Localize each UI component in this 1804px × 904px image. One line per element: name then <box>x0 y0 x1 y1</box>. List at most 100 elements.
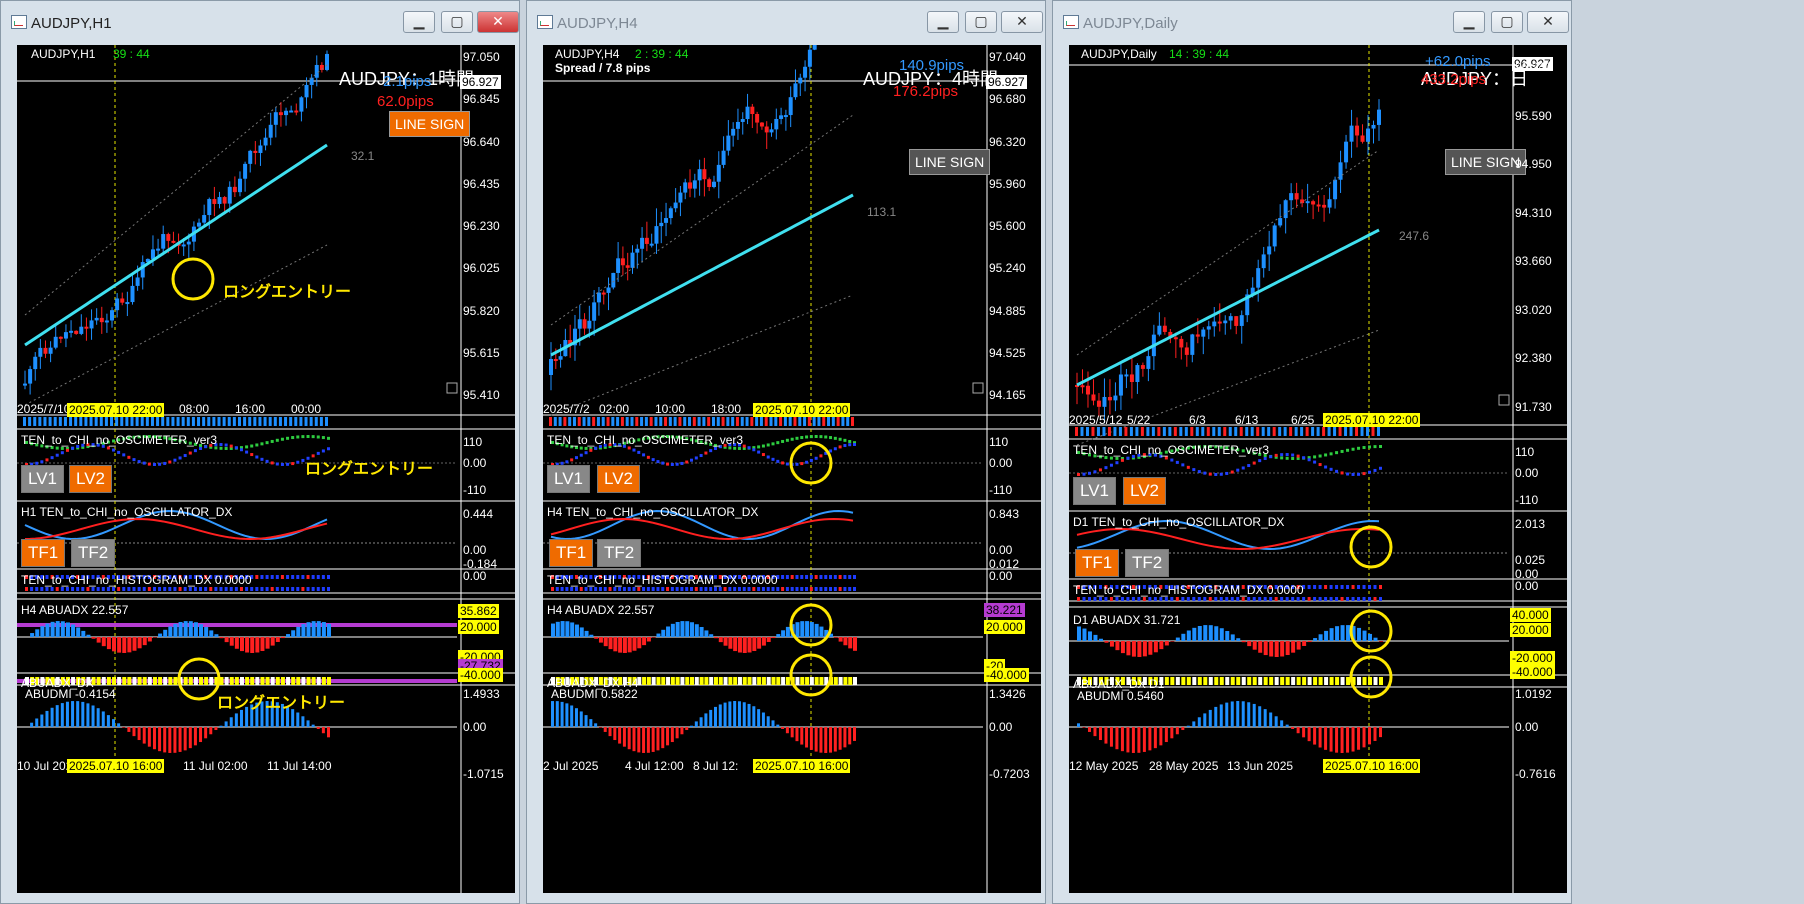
chart-area[interactable]: AUDJPY,H4 2 : 39 : 44 Spread / 7.8 pips … <box>543 45 1041 893</box>
oscillator-dx-title: H1 TEN_to_CHI_no_OSCILLATOR_DX <box>21 505 233 519</box>
close-icon[interactable]: ✕ <box>1001 11 1043 33</box>
window-title: AUDJPY,H4 <box>557 15 638 32</box>
abudmi-title: ABUDMI 0.5460 <box>1077 689 1164 703</box>
minimize-icon[interactable]: ▁ <box>1453 11 1485 33</box>
ma-value: 113.1 <box>867 205 897 219</box>
x-label: 18:00 <box>711 402 742 416</box>
indicator-scale-label: -1.0715 <box>463 767 504 781</box>
chart-area[interactable]: AUDJPY,Daily 14 : 39 : 44 AUDJPY：日 +62.0… <box>1069 45 1567 893</box>
lv1-button[interactable]: LV1 <box>547 465 590 493</box>
chart-window-icon <box>537 15 553 29</box>
bottom-x-label: 11 Jul 02:00 <box>183 759 248 773</box>
tf2-button[interactable]: TF2 <box>71 539 116 567</box>
pips-red: 176.2pips <box>893 83 959 100</box>
indicator-scale-label: 1.4933 <box>463 687 500 701</box>
oscillator-dx-title: H4 TEN_to_CHI_no_OSCILLATOR_DX <box>547 505 759 519</box>
oscimeter-title: TEN_to_CHI_no_OSCIMETER_ver3 <box>1073 443 1270 457</box>
bottom-date-marker: 2025.07.10 16:00 <box>67 759 165 773</box>
abuadx-title: H4 ABUADX 22.557 <box>547 603 655 617</box>
price-scale-label: 94.885 <box>989 303 1026 318</box>
price-scale-label: 91.730 <box>1515 400 1552 414</box>
ma-value: 247.6 <box>1399 229 1430 243</box>
title-bar[interactable]: AUDJPY,H4 ▁ ▢ ✕ <box>527 1 1045 45</box>
bottom-date-marker: 2025.07.10 16:00 <box>1323 759 1421 773</box>
abudmi-title: ABUDMI -0.4154 <box>25 687 116 701</box>
price-scale-label: 96.320 <box>989 134 1026 149</box>
chart-window-icon <box>1063 15 1079 29</box>
indicator-scale-label: 0.00 <box>1515 579 1539 593</box>
abuadx-level: -40.000 <box>458 668 503 682</box>
date-marker: 2025.07.10 22:00 <box>753 403 851 417</box>
line-sign-button[interactable]: LINE SIGN <box>389 111 471 137</box>
x-start-label: 2025/7/10 <box>17 402 71 416</box>
price-scale-label: 96.435 <box>463 176 500 191</box>
minimize-icon[interactable]: ▁ <box>403 11 435 33</box>
maximize-icon[interactable]: ▢ <box>1491 11 1523 33</box>
lv1-button[interactable]: LV1 <box>1073 477 1116 505</box>
lv1-button[interactable]: LV1 <box>21 465 64 493</box>
tf1-button[interactable]: TF1 <box>21 539 66 567</box>
close-icon[interactable]: ✕ <box>1527 11 1569 33</box>
chart-window-h4[interactable]: AUDJPY,H4 ▁ ▢ ✕ AUDJPY,H4 2 : 39 : 44 Sp… <box>526 0 1046 904</box>
title-bar[interactable]: AUDJPY,Daily ▁ ▢ ✕ <box>1053 1 1571 45</box>
chart-area[interactable]: AUDJPY,H1 39 : 44 AUDJPY：1時間 2.1pips 62.… <box>17 45 515 893</box>
price-scale-label: 93.020 <box>1515 302 1552 317</box>
lv2-button[interactable]: LV2 <box>69 465 112 493</box>
long-entry-annotation: ロングエントリー <box>223 282 352 301</box>
window-title: AUDJPY,Daily <box>1083 15 1178 32</box>
indicator-scale-label: -110 <box>1515 493 1539 507</box>
lv2-button[interactable]: LV2 <box>1123 477 1166 505</box>
tf2-button[interactable]: TF2 <box>597 539 642 567</box>
abuadx-title: H4 ABUADX 22.557 <box>21 603 129 617</box>
current-price: 96.927 <box>460 75 501 89</box>
tf1-button[interactable]: TF1 <box>549 539 594 567</box>
price-scale-label: 95.615 <box>463 345 500 360</box>
indicator-scale-label: -0.7616 <box>1515 767 1556 781</box>
indicator-scale-label: 0.444 <box>463 507 494 521</box>
price-scale-label: 93.660 <box>1515 254 1552 269</box>
bar-timer: 14 : 39 : 44 <box>1169 47 1230 61</box>
bottom-x-label: 13 Jun 2025 <box>1227 759 1294 773</box>
pips-red: 62.0pips <box>377 93 434 110</box>
ma-value: 32.1 <box>351 149 375 163</box>
current-price: 96.927 <box>986 75 1027 89</box>
title-bar[interactable]: AUDJPY,H1 ▁ ▢ ✕ <box>1 1 519 45</box>
bar-timer: 39 : 44 <box>113 47 150 61</box>
abuadx-level: 20.000 <box>458 620 499 634</box>
price-scale-label: 96.240 <box>1515 60 1552 74</box>
abuadx-title: D1 ABUADX 31.721 <box>1073 613 1181 627</box>
date-marker: 2025.07.10 22:00 <box>1323 413 1421 427</box>
chart-window-daily[interactable]: AUDJPY,Daily ▁ ▢ ✕ AUDJPY,Daily 14 : 39 … <box>1052 0 1572 904</box>
abuadx-level: -40.000 <box>984 668 1029 682</box>
maximize-icon[interactable]: ▢ <box>441 11 473 33</box>
close-icon[interactable]: ✕ <box>477 11 519 33</box>
oscimeter-title: TEN_to_CHI_no_OSCIMETER_ver3 <box>21 433 218 447</box>
x-label: 16:00 <box>235 402 266 416</box>
spread-label: Spread / 7.8 pips <box>555 61 651 75</box>
indicator-scale-label: 0.00 <box>1515 720 1539 734</box>
tf1-button[interactable]: TF1 <box>1075 549 1120 577</box>
abuadx-level: 40.000 <box>1510 608 1551 622</box>
indicator-scale-label: -0.7203 <box>989 767 1030 781</box>
bottom-date-marker: 2025.07.10 16:00 <box>753 759 851 773</box>
symbol-label: AUDJPY,H4 <box>555 47 620 61</box>
date-marker: 2025.07.10 22:00 <box>67 403 165 417</box>
line-sign-button[interactable]: LINE SIGN <box>909 149 991 175</box>
price-scale-label: 96.680 <box>989 92 1026 107</box>
maximize-icon[interactable]: ▢ <box>965 11 997 33</box>
price-scale-label: 96.845 <box>463 92 500 107</box>
price-scale-label: 94.525 <box>989 345 1026 360</box>
indicator-scale-label: 110 <box>989 435 1009 449</box>
minimize-icon[interactable]: ▁ <box>927 11 959 33</box>
price-scale-label: 95.410 <box>463 388 500 402</box>
chart-window-h1[interactable]: AUDJPY,H1 ▁ ▢ ✕ AUDJPY,H1 39 : 44 AUDJPY… <box>0 0 520 904</box>
indicator-scale-label: 1.3426 <box>989 687 1026 701</box>
histogram-title: TEN_to_CHI_no_HISTOGRAM_DX 0.0000 <box>547 573 778 587</box>
price-scale-label: 95.590 <box>1515 108 1552 123</box>
tf2-button[interactable]: TF2 <box>1125 549 1170 577</box>
pips-blue: 140.9pips <box>899 57 965 74</box>
indicator-scale-label: 0.00 <box>463 456 487 470</box>
symbol-label: AUDJPY,Daily <box>1081 47 1157 61</box>
indicator-scale-label: 0.00 <box>463 720 487 734</box>
lv2-button[interactable]: LV2 <box>597 465 640 493</box>
